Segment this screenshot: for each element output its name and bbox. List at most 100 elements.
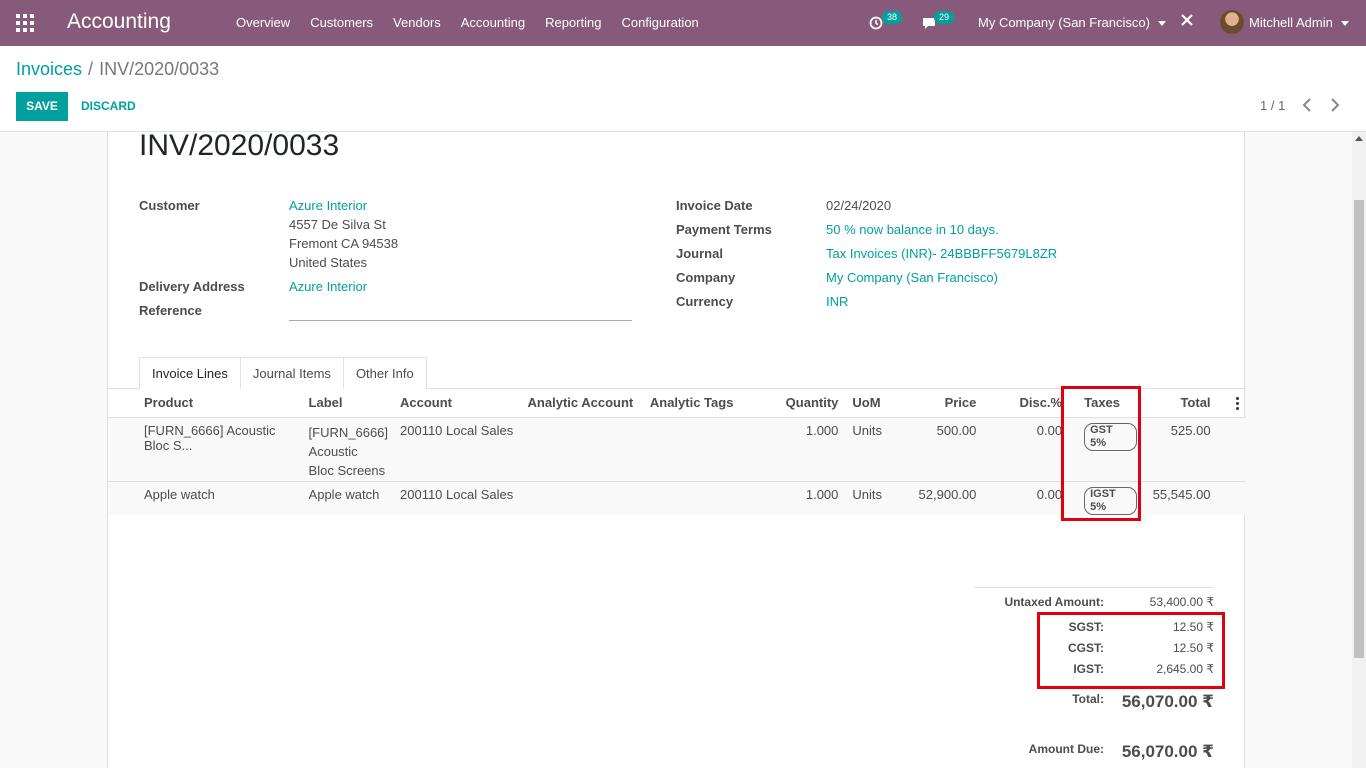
- breadcrumb-invoices-link[interactable]: Invoices: [16, 59, 82, 79]
- taxes-highlight-box: [1061, 386, 1141, 521]
- breadcrumb-current: INV/2020/0033: [99, 59, 220, 79]
- reference-input[interactable]: [289, 320, 632, 321]
- customer-address-line: 4557 De Silva St: [289, 217, 386, 232]
- scroll-up-icon[interactable]: [1355, 136, 1363, 141]
- form-sheet: INV/2020/0033 Customer Azure Interior 45…: [107, 129, 1246, 768]
- payment-terms-label: Payment Terms: [676, 222, 772, 237]
- payment-terms-field[interactable]: 50 % now balance in 10 days.: [826, 222, 999, 237]
- customer-address-line: United States: [289, 255, 368, 270]
- col-analytic-account[interactable]: Analytic Account: [523, 389, 646, 418]
- customer-address-line: Fremont CA 94538: [289, 236, 399, 251]
- chevron-left-icon[interactable]: [1302, 98, 1312, 114]
- cell-product[interactable]: Apple watch: [108, 481, 305, 515]
- activity-count-badge: 38: [882, 11, 903, 24]
- menu-configuration[interactable]: Configuration: [611, 0, 708, 46]
- menu-reporting[interactable]: Reporting: [535, 0, 611, 46]
- chevron-right-icon[interactable]: [1330, 98, 1340, 114]
- delivery-address-label: Delivery Address: [139, 279, 245, 294]
- app-brand[interactable]: Accounting: [67, 10, 171, 34]
- message-count-badge: 29: [934, 11, 955, 24]
- activity-button[interactable]: 38: [869, 11, 905, 33]
- invoice-date-field[interactable]: 02/24/2020: [826, 198, 891, 213]
- journal-field[interactable]: Tax Invoices (INR)- 24BBBFF5679L8ZR: [826, 246, 1057, 261]
- cell-total: 55,545.00: [1141, 481, 1215, 515]
- tab-journal-items[interactable]: Journal Items: [239, 357, 344, 389]
- clock-icon: [869, 16, 883, 30]
- col-price[interactable]: Price: [905, 389, 981, 418]
- invoice-number-title: INV/2020/0033: [139, 129, 340, 162]
- label-line: Acoustic: [308, 443, 358, 459]
- cell-total: 525.00: [1141, 417, 1215, 482]
- user-avatar[interactable]: [1220, 10, 1244, 34]
- app-switcher-icon[interactable]: [16, 14, 34, 32]
- untaxed-amount-value: 53,400.00 ₹: [1149, 595, 1214, 609]
- column-options-icon[interactable]: [1236, 397, 1239, 412]
- menu-overview[interactable]: Overview: [226, 0, 300, 46]
- col-total[interactable]: Total: [1141, 389, 1215, 418]
- user-menu[interactable]: Mitchell Admin: [1249, 0, 1349, 46]
- customer-field[interactable]: Azure Interior: [289, 198, 367, 213]
- cell-quantity[interactable]: 1.000: [760, 417, 843, 482]
- col-uom[interactable]: UoM: [842, 389, 906, 418]
- col-account[interactable]: Account: [396, 389, 524, 418]
- cell-empty: [1214, 481, 1246, 515]
- col-discount[interactable]: Disc.%: [980, 389, 1067, 418]
- page-scrollbar[interactable]: [1352, 132, 1366, 768]
- menu-customers[interactable]: Customers: [300, 0, 383, 46]
- company-label: Company: [676, 270, 736, 285]
- debug-tools-icon[interactable]: [1180, 12, 1194, 32]
- cell-analytic-account[interactable]: [523, 417, 646, 482]
- save-button[interactable]: SAVE: [16, 92, 68, 121]
- tab-invoice-lines[interactable]: Invoice Lines: [139, 357, 241, 389]
- col-analytic-tags[interactable]: Analytic Tags: [645, 389, 761, 418]
- chevron-down-icon: [1157, 21, 1166, 27]
- col-label[interactable]: Label: [304, 389, 396, 418]
- cell-price[interactable]: 52,900.00: [905, 481, 981, 515]
- menu-accounting[interactable]: Accounting: [451, 0, 535, 46]
- menu-vendors[interactable]: Vendors: [383, 0, 451, 46]
- pager-value[interactable]: 1 / 1: [1260, 98, 1285, 113]
- cell-uom[interactable]: Units: [842, 481, 906, 515]
- cell-price[interactable]: 500.00: [905, 417, 981, 482]
- tax-totals-highlight-box: [1037, 612, 1225, 689]
- discard-button[interactable]: DISCARD: [81, 92, 136, 121]
- cell-analytic-tags[interactable]: [645, 417, 761, 482]
- messages-button[interactable]: 29: [921, 11, 957, 33]
- amount-due-value: 56,070.00 ₹: [1121, 742, 1214, 761]
- tab-other-info[interactable]: Other Info: [342, 357, 427, 389]
- label-line: [FURN_6666]: [308, 424, 389, 440]
- cell-analytic-account[interactable]: [523, 481, 646, 515]
- cell-discount[interactable]: 0.00: [980, 417, 1067, 482]
- cell-quantity[interactable]: 1.000: [760, 481, 843, 515]
- label-line: Bloc Screens: [308, 462, 386, 478]
- notebook-tabs: Invoice Lines Journal Items Other Info: [139, 357, 427, 389]
- cell-analytic-tags[interactable]: [645, 481, 761, 515]
- company-field[interactable]: My Company (San Francisco): [826, 270, 998, 285]
- col-quantity[interactable]: Quantity: [760, 389, 843, 418]
- delivery-address-field[interactable]: Azure Interior: [289, 279, 367, 294]
- cell-label[interactable]: Apple watch: [304, 481, 396, 515]
- control-panel: Invoices / INV/2020/0033 SAVE DISCARD 1 / …: [0, 46, 1366, 132]
- scrollbar-thumb[interactable]: [1354, 200, 1364, 658]
- cell-empty: [1214, 417, 1246, 482]
- company-name: My Company (San Francisco): [978, 15, 1150, 30]
- totals-divider: [974, 587, 1214, 588]
- cell-product[interactable]: [FURN_6666] Acoustic Bloc S...: [108, 417, 305, 482]
- untaxed-amount-label: Untaxed Amount:: [1004, 595, 1104, 609]
- cell-uom[interactable]: Units: [842, 417, 906, 482]
- company-switcher[interactable]: My Company (San Francisco): [978, 0, 1166, 46]
- cell-label[interactable]: [FURN_6666] Acoustic Bloc Screens: [304, 417, 396, 482]
- invoice-date-label: Invoice Date: [676, 198, 753, 213]
- cell-account[interactable]: 200110 Local Sales: [396, 481, 524, 515]
- label-line: Apple watch: [308, 486, 380, 502]
- cell-discount[interactable]: 0.00: [980, 481, 1067, 515]
- total-value: 56,070.00 ₹: [1121, 692, 1214, 711]
- user-name: Mitchell Admin: [1249, 15, 1333, 30]
- cell-account[interactable]: 200110 Local Sales: [396, 417, 524, 482]
- currency-field[interactable]: INR: [826, 294, 848, 309]
- top-navbar: Accounting Overview Customers Vendors Ac…: [0, 0, 1366, 46]
- chevron-down-icon: [1340, 21, 1349, 27]
- currency-label: Currency: [676, 294, 734, 309]
- col-product[interactable]: Product: [108, 389, 305, 418]
- customer-label: Customer: [139, 198, 200, 213]
